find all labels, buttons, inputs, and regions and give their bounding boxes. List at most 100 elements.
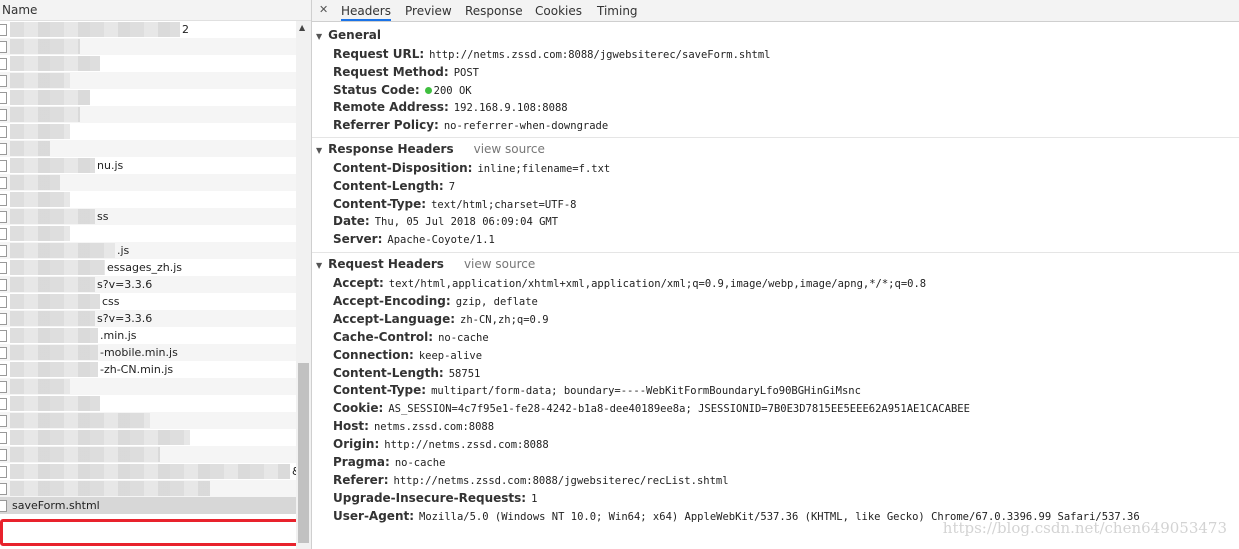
request-row[interactable] <box>0 412 296 429</box>
tab-preview[interactable]: Preview <box>405 4 452 18</box>
redacted-name-blur <box>10 379 70 394</box>
request-file-icon <box>0 228 7 240</box>
request-headers-title: Request Headers <box>328 257 444 271</box>
request-name: css <box>102 295 120 308</box>
request-row-selected[interactable]: saveForm.shtml <box>0 497 296 514</box>
request-name: essages_zh.js <box>107 261 182 274</box>
scroll-up-arrow-icon[interactable]: ▲ <box>299 23 305 32</box>
redacted-name-blur <box>10 39 80 54</box>
request-list-scrollbar[interactable]: ▲ <box>296 21 311 549</box>
header-row: Cache-Control: no-cache <box>333 327 489 345</box>
redacted-name-blur <box>10 464 290 479</box>
request-file-icon <box>0 364 7 376</box>
header-value: 7 <box>448 180 456 193</box>
request-file-icon <box>0 279 7 291</box>
tab-timing[interactable]: Timing <box>597 4 638 18</box>
header-value: http://netms.zssd.com:8088/jgwebsiterec/… <box>393 474 729 487</box>
request-row[interactable]: s?v=3.3.6 <box>0 310 296 327</box>
header-row: Server: Apache-Coyote/1.1 <box>333 229 495 247</box>
request-row[interactable] <box>0 55 296 72</box>
redacted-name-blur <box>10 328 98 343</box>
header-key: Host: <box>333 419 369 434</box>
response-headers-toggle[interactable]: ▼ Response Headers view source <box>316 140 545 158</box>
request-row[interactable]: nu.js <box>0 157 296 174</box>
request-row[interactable]: .min.js <box>0 327 296 344</box>
request-row[interactable] <box>0 480 296 497</box>
header-key: Accept-Language: <box>333 311 456 326</box>
tab-headers[interactable]: Headers <box>341 4 391 21</box>
request-row[interactable] <box>0 378 296 395</box>
redacted-name-blur <box>10 107 80 122</box>
header-row: Remote Address: 192.168.9.108:8088 <box>333 97 568 115</box>
header-value: no-cache <box>438 331 489 344</box>
request-name: -mobile.min.js <box>100 346 178 359</box>
request-file-icon <box>0 41 7 53</box>
request-row[interactable] <box>0 395 296 412</box>
request-file-icon <box>0 381 7 393</box>
request-row[interactable] <box>0 72 296 89</box>
redacted-name-blur <box>10 277 95 292</box>
header-key: Content-Disposition: <box>333 161 473 175</box>
request-row[interactable] <box>0 89 296 106</box>
request-row[interactable]: s?v=3.3.6 <box>0 276 296 293</box>
request-name-selected: saveForm.shtml <box>12 499 100 512</box>
redacted-name-blur <box>10 141 50 156</box>
header-value: no-referrer-when-downgrade <box>443 120 609 133</box>
header-row: Referrer Policy: no-referrer-when-downgra… <box>333 115 608 133</box>
request-row[interactable]: & <box>0 463 296 480</box>
request-file-icon <box>0 194 7 206</box>
header-key: Connection: <box>333 347 414 362</box>
redacted-name-blur <box>10 56 100 71</box>
request-row[interactable] <box>0 446 296 463</box>
request-row[interactable] <box>0 429 296 446</box>
header-value: gzip, deflate <box>455 295 538 308</box>
request-view-source-link[interactable]: view source <box>464 257 535 271</box>
request-file-icon <box>0 92 7 104</box>
response-view-source-link[interactable]: view source <box>474 142 545 156</box>
header-row: Status Code: 200 OK <box>333 80 472 98</box>
request-row[interactable] <box>0 106 296 123</box>
header-key: Server: <box>333 232 383 247</box>
request-headers-toggle[interactable]: ▼ Request Headers view source <box>316 255 535 273</box>
header-key: Referer: <box>333 472 389 487</box>
tab-cookies[interactable]: Cookies <box>535 4 582 18</box>
request-row[interactable] <box>0 140 296 157</box>
request-name: nu.js <box>97 159 124 172</box>
header-value: POST <box>453 66 479 79</box>
request-name: 2 <box>182 23 189 36</box>
request-row[interactable] <box>0 174 296 191</box>
request-row[interactable]: essages_zh.js <box>0 259 296 276</box>
request-row[interactable] <box>0 225 296 242</box>
request-file-icon <box>0 211 7 223</box>
header-key: User-Agent: <box>333 508 415 523</box>
request-row[interactable] <box>0 191 296 208</box>
request-row[interactable]: -zh-CN.min.js <box>0 361 296 378</box>
request-row[interactable] <box>0 123 296 140</box>
close-icon[interactable]: ✕ <box>319 3 328 16</box>
header-row: Content-Disposition: inline;filename=f.tx… <box>333 158 610 176</box>
request-row[interactable]: css <box>0 293 296 310</box>
scroll-thumb[interactable] <box>298 363 309 543</box>
header-row: Referer: http://netms.zssd.com:8088/jgweb… <box>333 470 729 488</box>
redacted-name-blur <box>10 73 70 88</box>
header-row: Accept-Encoding: gzip, deflate <box>333 291 538 309</box>
request-row[interactable]: 2 <box>0 21 296 38</box>
request-file-icon <box>0 313 7 325</box>
general-section: ▼ General Request URL: http://netms.zssd.c… <box>312 26 1239 138</box>
general-section-toggle[interactable]: ▼ General <box>316 26 381 44</box>
request-file-icon <box>0 75 7 87</box>
header-value: 200 OK <box>433 84 472 97</box>
request-file-icon <box>0 483 7 495</box>
request-row[interactable]: -mobile.min.js <box>0 344 296 361</box>
header-row: Request URL: http://netms.zssd.com:8088/j… <box>333 44 771 62</box>
response-headers-section: ▼ Response Headers view source Content-Dis… <box>312 140 1239 253</box>
name-column-header[interactable]: Name <box>0 0 311 21</box>
request-file-icon <box>0 500 7 512</box>
request-row[interactable] <box>0 38 296 55</box>
redacted-name-blur <box>10 209 95 224</box>
request-file-icon <box>0 432 7 444</box>
request-row[interactable]: .js <box>0 242 296 259</box>
tab-response[interactable]: Response <box>465 4 523 18</box>
redacted-name-blur <box>10 243 115 258</box>
request-row[interactable]: ss <box>0 208 296 225</box>
